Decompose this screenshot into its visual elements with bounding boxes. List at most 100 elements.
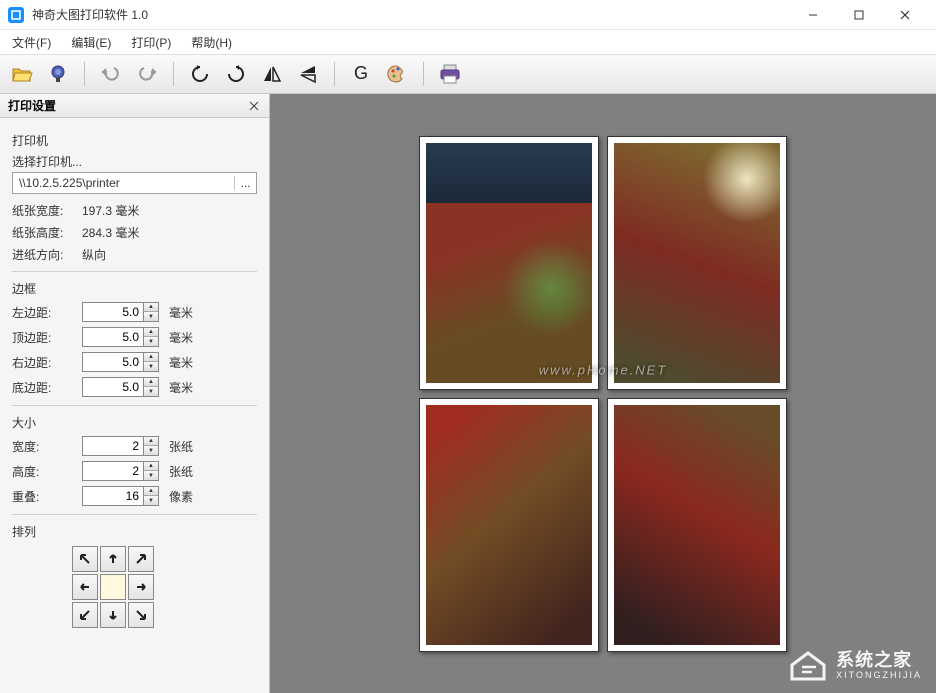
brand-badge: 系统之家 XITONGZHIJIA	[788, 649, 922, 683]
spin-down-icon[interactable]: ▼	[144, 362, 158, 371]
spin-down-icon[interactable]: ▼	[144, 337, 158, 346]
grayscale-icon[interactable]: G	[347, 60, 375, 88]
size-section-title: 大小	[12, 414, 257, 431]
top-margin-label: 顶边距:	[12, 329, 76, 346]
spin-up-icon[interactable]: ▲	[144, 437, 158, 446]
unit-sheet: 张纸	[169, 463, 193, 480]
arrange-bottom-right[interactable]	[128, 602, 154, 628]
printer-browse-button[interactable]: ...	[234, 176, 256, 190]
spin-up-icon[interactable]: ▲	[144, 328, 158, 337]
flip-horizontal-icon[interactable]	[258, 60, 286, 88]
app-title: 神奇大图打印软件 1.0	[32, 6, 790, 23]
spin-up-icon[interactable]: ▲	[144, 462, 158, 471]
printer-icon[interactable]	[436, 60, 464, 88]
spin-up-icon[interactable]: ▲	[144, 378, 158, 387]
svg-text:G: G	[354, 63, 368, 83]
paper-height-label: 纸张高度:	[12, 224, 76, 241]
maximize-button[interactable]	[836, 0, 882, 30]
rotate-left-icon[interactable]	[186, 60, 214, 88]
bottom-margin-input[interactable]	[82, 377, 144, 397]
printer-section-title: 打印机	[12, 132, 257, 149]
brand-en: XITONGZHIJIA	[836, 671, 922, 681]
spin-up-icon[interactable]: ▲	[144, 353, 158, 362]
height-spinner[interactable]: ▲▼	[82, 461, 159, 481]
open-file-icon[interactable]	[8, 60, 36, 88]
height-label: 高度:	[12, 463, 76, 480]
undo-icon[interactable]	[97, 60, 125, 88]
rotate-right-icon[interactable]	[222, 60, 250, 88]
spin-down-icon[interactable]: ▼	[144, 496, 158, 505]
spin-down-icon[interactable]: ▼	[144, 446, 158, 455]
bottom-margin-label: 底边距:	[12, 379, 76, 396]
spin-down-icon[interactable]: ▼	[144, 471, 158, 480]
spin-down-icon[interactable]: ▼	[144, 387, 158, 396]
preview-page	[607, 136, 787, 390]
menu-file[interactable]: 文件(F)	[8, 32, 55, 53]
feed-value: 纵向	[82, 246, 257, 263]
printer-selector[interactable]: \\10.2.5.225\printer ...	[12, 172, 257, 194]
left-margin-spinner[interactable]: ▲▼	[82, 302, 159, 322]
overlap-input[interactable]	[82, 486, 144, 506]
brand-cn: 系统之家	[836, 651, 922, 671]
right-margin-spinner[interactable]: ▲▼	[82, 352, 159, 372]
spin-up-icon[interactable]: ▲	[144, 487, 158, 496]
left-margin-input[interactable]	[82, 302, 144, 322]
unit-mm: 毫米	[169, 329, 193, 346]
border-section-title: 边框	[12, 280, 257, 297]
preview-image	[614, 405, 780, 645]
width-input[interactable]	[82, 436, 144, 456]
paper-width-label: 纸张宽度:	[12, 202, 76, 219]
spin-up-icon[interactable]: ▲	[144, 303, 158, 312]
unit-mm: 毫米	[169, 379, 193, 396]
flip-vertical-icon[interactable]	[294, 60, 322, 88]
arrange-section-title: 排列	[12, 523, 257, 540]
minimize-button[interactable]	[790, 0, 836, 30]
arrange-top-right[interactable]	[128, 546, 154, 572]
arrange-top-left[interactable]	[72, 546, 98, 572]
preview-page	[607, 398, 787, 652]
printer-path: \\10.2.5.225\printer	[13, 176, 234, 190]
menu-bar: 文件(F) 编辑(E) 打印(P) 帮助(H)	[0, 30, 936, 54]
arrange-left[interactable]	[72, 574, 98, 600]
arrange-bottom-left[interactable]	[72, 602, 98, 628]
left-margin-label: 左边距:	[12, 304, 76, 321]
arrange-right[interactable]	[128, 574, 154, 600]
paper-height-value: 284.3 毫米	[82, 224, 257, 241]
arrange-bottom[interactable]	[100, 602, 126, 628]
overlap-spinner[interactable]: ▲▼	[82, 486, 159, 506]
height-input[interactable]	[82, 461, 144, 481]
preview-image	[426, 405, 592, 645]
top-margin-input[interactable]	[82, 327, 144, 347]
app-icon	[8, 7, 24, 23]
select-printer-label: 选择打印机...	[12, 153, 257, 170]
width-spinner[interactable]: ▲▼	[82, 436, 159, 456]
camera-icon[interactable]	[44, 60, 72, 88]
redo-icon[interactable]	[133, 60, 161, 88]
toolbar: G	[0, 54, 936, 94]
title-bar: 神奇大图打印软件 1.0	[0, 0, 936, 30]
spin-down-icon[interactable]: ▼	[144, 312, 158, 321]
top-margin-spinner[interactable]: ▲▼	[82, 327, 159, 347]
arrange-center[interactable]	[100, 574, 126, 600]
unit-mm: 毫米	[169, 354, 193, 371]
sidebar-print-settings: 打印设置 打印机 选择打印机... \\10.2.5.225\printer .…	[0, 94, 270, 693]
close-button[interactable]	[882, 0, 928, 30]
menu-edit[interactable]: 编辑(E)	[67, 32, 115, 53]
bottom-margin-spinner[interactable]: ▲▼	[82, 377, 159, 397]
overlap-label: 重叠:	[12, 488, 76, 505]
brand-logo-icon	[788, 649, 828, 683]
sidebar-close-icon[interactable]	[247, 99, 261, 113]
palette-icon[interactable]	[383, 60, 411, 88]
menu-print[interactable]: 打印(P)	[127, 32, 175, 53]
right-margin-label: 右边距:	[12, 354, 76, 371]
unit-px: 像素	[169, 488, 193, 505]
right-margin-input[interactable]	[82, 352, 144, 372]
preview-image	[614, 143, 780, 383]
width-label: 宽度:	[12, 438, 76, 455]
menu-help[interactable]: 帮助(H)	[187, 32, 236, 53]
arrange-top[interactable]	[100, 546, 126, 572]
paper-width-value: 197.3 毫米	[82, 202, 257, 219]
preview-page	[419, 136, 599, 390]
preview-image	[426, 143, 592, 383]
unit-mm: 毫米	[169, 304, 193, 321]
